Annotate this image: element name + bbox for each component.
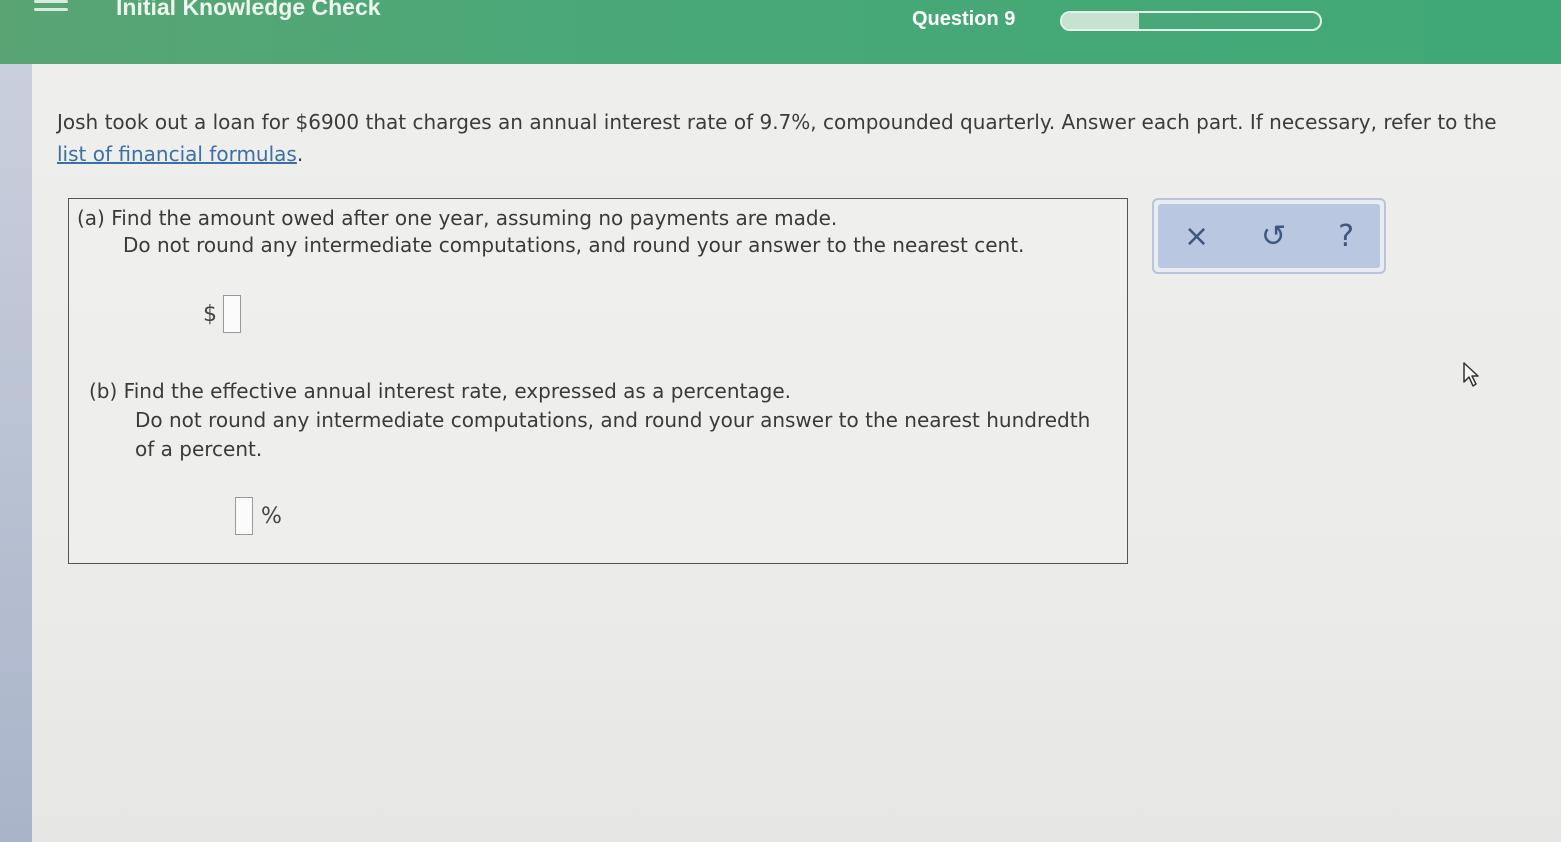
part-b: (b) Find the effective annual interest r…	[89, 377, 1090, 464]
answer-tools: × ↺ ?	[1158, 204, 1380, 268]
part-b-question: Find the effective annual interest rate,…	[123, 379, 791, 403]
part-b-label: (b)	[89, 379, 118, 403]
undo-icon[interactable]: ↺	[1261, 219, 1286, 254]
mouse-pointer-icon	[1463, 362, 1479, 387]
part-a-answer-row: $	[203, 295, 241, 333]
progress-bar-fill	[1062, 13, 1140, 29]
answer-tools-panel: × ↺ ?	[1152, 198, 1386, 274]
app-title: Initial Knowledge Check	[116, 0, 381, 20]
question-number: Question 9	[912, 8, 1016, 30]
answer-area: (a) Find the amount owed after one year,…	[68, 198, 1128, 564]
part-b-answer-row: %	[235, 497, 282, 535]
part-a-instruction: Do not round any intermediate computatio…	[123, 233, 1025, 257]
part-a-question: Find the amount owed after one year, ass…	[111, 206, 838, 230]
problem-trailing: .	[296, 142, 304, 166]
clear-icon[interactable]: ×	[1184, 219, 1209, 254]
dollar-sign: $	[203, 301, 217, 327]
financial-formulas-link[interactable]: list of financial formulas	[57, 142, 297, 166]
problem-text: Josh took out a loan for $6900 that char…	[57, 110, 1497, 134]
part-b-instruction: Do not round any intermediate computatio…	[135, 408, 1091, 432]
part-a: (a) Find the amount owed after one year,…	[77, 205, 1024, 259]
progress-bar	[1060, 11, 1322, 31]
left-edge-panel	[0, 60, 32, 842]
part-b-instruction-cont: of a percent.	[135, 437, 263, 461]
percent-sign: %	[261, 503, 282, 529]
help-icon[interactable]: ?	[1338, 219, 1354, 254]
problem-statement: Josh took out a loan for $6900 that char…	[57, 106, 1507, 170]
hamburger-menu-icon[interactable]	[34, 0, 68, 14]
part-a-answer-input[interactable]	[223, 295, 241, 333]
top-bar: Initial Knowledge Check Question 9	[0, 0, 1561, 64]
part-b-answer-input[interactable]	[235, 497, 253, 535]
part-a-label: (a)	[77, 206, 105, 230]
